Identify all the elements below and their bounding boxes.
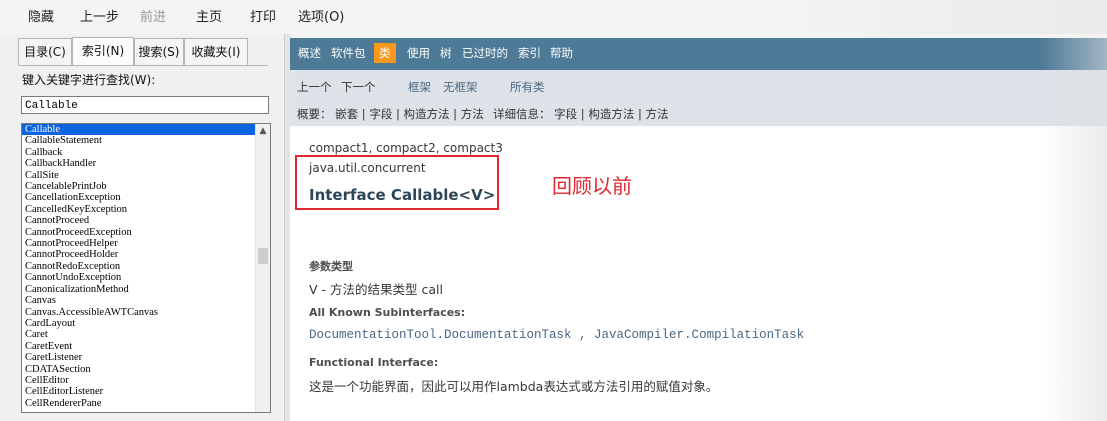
nav-help[interactable]: 帮助 [550, 45, 573, 61]
type-params-label: 参数类型 [309, 260, 353, 273]
subinterfaces-links[interactable]: DocumentationTool.DocumentationTask , Ja… [309, 328, 804, 342]
next-class-link[interactable]: 下一个 [341, 79, 376, 95]
nav-overview[interactable]: 概述 [298, 45, 321, 61]
find-label: 键入关键字进行查找(W): [22, 73, 156, 87]
scroll-thumb[interactable] [258, 248, 268, 264]
list-item[interactable]: CannotProceedHolder [22, 249, 256, 260]
top-nav: 概述 软件包 类 使用 树 已过时的 索引 帮助 [290, 38, 1107, 70]
list-item[interactable]: CannotProceed [22, 215, 256, 226]
allclasses-link[interactable]: 所有类 [510, 79, 545, 95]
scroll-up-icon[interactable]: ▲ [256, 124, 270, 138]
list-item[interactable]: CaretEvent [22, 341, 256, 352]
frames-link[interactable]: 框架 [408, 79, 431, 95]
detail-links[interactable]: 详细信息： 字段 | 构造方法 | 方法 [493, 106, 669, 122]
list-item[interactable]: CannotProceedException [22, 227, 256, 238]
nav-use[interactable]: 使用 [407, 45, 430, 61]
tab-contents[interactable]: 目录(C) [18, 38, 72, 65]
list-item[interactable]: CellEditorListener [22, 386, 256, 397]
tab-search[interactable]: 搜索(S) [134, 38, 184, 65]
list-item[interactable]: CaretListener [22, 352, 256, 363]
list-item[interactable]: CDATASection [22, 364, 256, 375]
list-item[interactable]: CallableStatement [22, 135, 256, 146]
back-button[interactable]: 上一步 [80, 6, 119, 25]
home-button[interactable]: 主页 [196, 6, 222, 25]
sub-nav: 上一个 下一个 框架 无框架 所有类 概要： 嵌套 | 字段 | 构造方法 | … [290, 70, 1107, 126]
list-item[interactable]: CannotProceedHelper [22, 238, 256, 249]
forward-button[interactable]: 前进 [140, 6, 166, 25]
list-item[interactable]: Callable [22, 124, 256, 136]
summary-links[interactable]: 概要： 嵌套 | 字段 | 构造方法 | 方法 [297, 106, 484, 122]
toolbar-fade [770, 0, 1107, 34]
functional-label: Functional Interface: [309, 356, 439, 369]
functional-desc: 这是一个功能界面，因此可以用作lambda表达式或方法引用的赋值对象。 [309, 379, 719, 394]
annotation-text: 回顾以前 [552, 174, 632, 198]
list-scrollbar[interactable]: ▲ [255, 124, 270, 412]
nav-deprecated[interactable]: 已过时的 [462, 45, 508, 61]
list-item[interactable]: CallbackHandler [22, 158, 256, 169]
list-item[interactable]: Canvas.AccessibleAWTCanvas [22, 307, 256, 318]
profiles-text: compact1, compact2, compact3 [309, 141, 503, 155]
annotation-box [295, 155, 499, 210]
tab-index[interactable]: 索引(N) [72, 37, 134, 65]
hide-button[interactable]: 隐藏 [28, 6, 54, 25]
list-item[interactable]: Caret [22, 329, 256, 340]
prev-class-link[interactable]: 上一个 [297, 79, 332, 95]
tab-favorites[interactable]: 收藏夹(I) [184, 38, 248, 65]
nav-index[interactable]: 索引 [518, 45, 541, 61]
list-item[interactable]: CellEditor [22, 375, 256, 386]
noframes-link[interactable]: 无框架 [443, 79, 478, 95]
nav-class[interactable]: 类 [374, 43, 396, 63]
index-listbox[interactable]: Callable CallableStatement Callback Callbac… [21, 123, 271, 413]
subinterfaces-label: All Known Subinterfaces: [309, 306, 466, 319]
type-param-desc: V - 方法的结果类型 call [309, 282, 443, 297]
list-item[interactable]: CanonicalizationMethod [22, 284, 256, 295]
index-list: Callable CallableStatement Callback Callbac… [22, 124, 256, 409]
options-button[interactable]: 选项(O) [298, 6, 344, 25]
list-item[interactable]: CardLayout [22, 318, 256, 329]
print-button[interactable]: 打印 [250, 6, 276, 25]
nav-package[interactable]: 软件包 [331, 45, 366, 61]
list-item[interactable]: CancellationException [22, 192, 256, 203]
list-item[interactable]: CancelledKeyException [22, 204, 256, 215]
nav-tree[interactable]: 树 [440, 45, 452, 61]
right-edge-fade [1040, 38, 1107, 421]
list-item[interactable]: CannotRedoException [22, 261, 256, 272]
list-item[interactable]: CellRendererPane [22, 398, 256, 409]
list-item[interactable]: Callback [22, 147, 256, 158]
list-item[interactable]: CallSite [22, 170, 256, 181]
list-item[interactable]: CannotUndoException [22, 272, 256, 283]
list-item[interactable]: CancelablePrintJob [22, 181, 256, 192]
list-item[interactable]: Canvas [22, 295, 256, 306]
search-input[interactable]: Callable [21, 96, 269, 114]
tab-divider [18, 65, 268, 66]
